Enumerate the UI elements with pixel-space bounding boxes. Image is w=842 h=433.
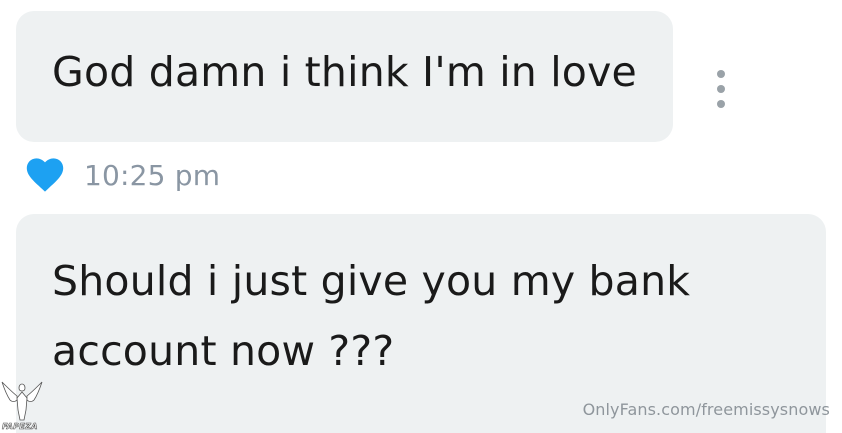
menu-dot xyxy=(717,70,725,78)
message-bubble[interactable]: God damn i think I'm in love xyxy=(16,11,673,142)
message-text-line: account now ??? xyxy=(52,327,395,375)
watermark-url: OnlyFans.com/freemissysnows xyxy=(582,400,830,419)
menu-dot xyxy=(717,85,725,93)
watermark-logo: FAPEZA xyxy=(0,378,44,433)
more-options-icon[interactable] xyxy=(711,70,731,108)
chat-screen: God damn i think I'm in love 10:25 pm Sh… xyxy=(0,0,842,433)
message-text: God damn i think I'm in love xyxy=(52,48,637,96)
heart-icon[interactable] xyxy=(26,157,64,193)
message-meta: 10:25 pm xyxy=(26,155,220,195)
winged-figure-icon xyxy=(1,381,43,421)
menu-dot xyxy=(717,100,725,108)
message-text-line: Should i just give you my bank xyxy=(52,257,691,305)
message-timestamp: 10:25 pm xyxy=(84,158,221,192)
watermark-logo-text: FAPEZA xyxy=(2,422,38,432)
